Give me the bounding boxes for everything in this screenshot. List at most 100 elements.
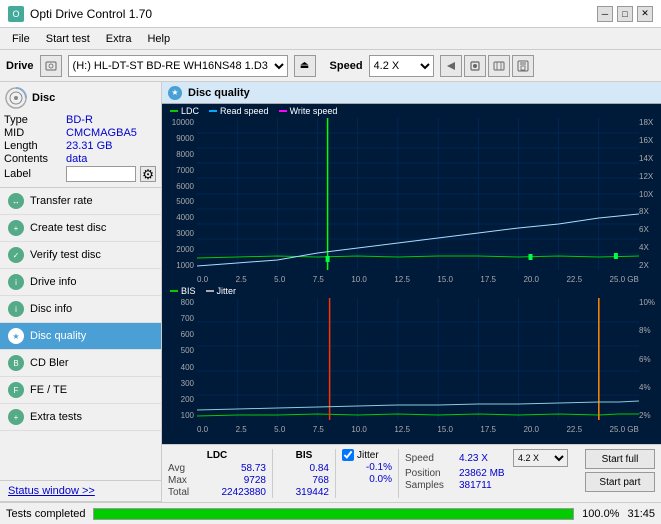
disc-label-label: Label [4, 168, 62, 180]
stats-avg-label: Avg [168, 463, 204, 474]
sidebar-item-fe-te[interactable]: F FE / TE [0, 377, 161, 404]
sidebar-item-transfer-rate[interactable]: ↔ Transfer rate [0, 188, 161, 215]
speed-btn-3[interactable] [488, 55, 510, 77]
disc-label-row: Label ⚙ [4, 166, 157, 182]
speed-buttons [440, 55, 534, 77]
stats-ldc-avg-row: Avg 58.73 [168, 463, 266, 474]
speed-btn-save[interactable] [512, 55, 534, 77]
speed-value-row: Speed 4.23 X 4.2 X [405, 449, 568, 467]
sidebar-item-verify-test-disc[interactable]: ✓ Verify test disc [0, 242, 161, 269]
disc-header: Disc [4, 86, 157, 110]
app-icon: O [8, 6, 24, 22]
action-buttons: Start full Start part [585, 449, 655, 498]
stats-jitter-section: Jitter -0.1% 0.0% [342, 449, 392, 498]
stats-bis-col: BIS 0.84 768 319442 [279, 449, 329, 498]
jitter-checkbox[interactable] [342, 449, 354, 461]
disc-label-button[interactable]: ⚙ [140, 166, 156, 182]
menu-file[interactable]: File [4, 31, 38, 47]
legend-write-speed: Write speed [279, 106, 338, 116]
stats-jitter-avg-row: -0.1% [342, 462, 392, 473]
sidebar-item-disc-quality[interactable]: ★ Disc quality [0, 323, 161, 350]
sidebar-item-extra-tests[interactable]: + Extra tests [0, 404, 161, 431]
cd-bler-icon: B [8, 355, 24, 371]
bottom-status-bar: Tests completed 100.0% 31:45 [0, 502, 661, 524]
bottom-chart-svg [197, 298, 639, 420]
position-num: 23862 MB [459, 468, 509, 479]
disc-length-value: 23.31 GB [66, 140, 112, 152]
disc-title: Disc [32, 92, 55, 104]
drive-label: Drive [6, 60, 34, 72]
stats-bis-total-row: 319442 [279, 487, 329, 498]
disc-label-input[interactable] [66, 166, 136, 182]
samples-key: Samples [405, 480, 455, 491]
progress-label: 100.0% [582, 508, 619, 520]
top-y-axis-right: 18X 16X 14X 12X 10X 8X 6X 4X 2X [639, 118, 661, 270]
maximize-button[interactable]: □ [617, 6, 633, 22]
start-full-button[interactable]: Start full [585, 449, 655, 469]
title-bar-left: O Opti Drive Control 1.70 [8, 6, 152, 22]
status-window-link[interactable]: Status window >> [0, 480, 161, 502]
stats-divider-3 [398, 449, 399, 498]
menu-help[interactable]: Help [139, 31, 178, 47]
eject-button[interactable]: ⏏ [294, 55, 316, 77]
stats-ldc-avg: 58.73 [206, 463, 266, 474]
legend-jitter: Jitter [206, 286, 237, 296]
speed-key: Speed [405, 453, 455, 464]
drive-bar: Drive (H:) HL-DT-ST BD-RE WH16NS48 1.D3 … [0, 50, 661, 82]
top-chart-svg [197, 118, 639, 270]
status-text: Tests completed [6, 508, 85, 520]
stats-bis-avg: 0.84 [279, 463, 329, 474]
disc-quality-icon: ★ [8, 328, 24, 344]
menu-start-test[interactable]: Start test [38, 31, 98, 47]
menu-extra[interactable]: Extra [98, 31, 140, 47]
disc-type-label: Type [4, 114, 62, 126]
disc-mid-label: MID [4, 127, 62, 139]
stats-divider-2 [335, 449, 336, 498]
stats-bis-total: 319442 [279, 487, 329, 498]
top-y-axis-left: 10000 9000 8000 7000 6000 5000 4000 3000… [162, 118, 197, 270]
sidebar-item-drive-info[interactable]: i Drive info [0, 269, 161, 296]
disc-length-label: Length [4, 140, 62, 152]
stats-area: LDC Avg 58.73 Max 9728 Total 22423880 [162, 444, 661, 502]
disc-type-value: BD-R [66, 114, 93, 126]
position-row: Position 23862 MB [405, 468, 568, 479]
speed-btn-2[interactable] [464, 55, 486, 77]
content-area: ★ Disc quality LDC Read speed [162, 82, 661, 502]
nav-create-test-disc-label: Create test disc [30, 222, 106, 234]
speed-btn-1[interactable] [440, 55, 462, 77]
menu-bar: File Start test Extra Help [0, 28, 661, 50]
disc-info-icon: i [8, 301, 24, 317]
legend-read-speed: Read speed [209, 106, 269, 116]
sidebar-item-cd-bler[interactable]: B CD Bler [0, 350, 161, 377]
verify-test-disc-icon: ✓ [8, 247, 24, 263]
stats-jitter-max: 0.0% [342, 474, 392, 485]
nav-disc-quality-label: Disc quality [30, 330, 86, 342]
drive-info-icon: i [8, 274, 24, 290]
disc-length-row: Length 23.31 GB [4, 140, 157, 152]
speed-select-stats[interactable]: 4.2 X [513, 449, 568, 467]
jitter-checkbox-row: Jitter [342, 449, 392, 461]
speed-select[interactable]: 4.2 X [369, 55, 434, 77]
close-button[interactable]: ✕ [637, 6, 653, 22]
start-part-button[interactable]: Start part [585, 472, 655, 492]
jitter-label: Jitter [357, 450, 379, 461]
minimize-button[interactable]: ─ [597, 6, 613, 22]
drive-select[interactable]: (H:) HL-DT-ST BD-RE WH16NS48 1.D3 [68, 55, 288, 77]
bottom-chart-legend: BIS Jitter [170, 286, 236, 296]
bottom-y-axis-left: 800 700 600 500 400 300 200 100 [162, 298, 197, 420]
bis-legend-dot [170, 290, 178, 292]
disc-icon [4, 86, 28, 110]
sidebar-item-disc-info[interactable]: i Disc info [0, 296, 161, 323]
stats-speed-info: Speed 4.23 X 4.2 X Position 23862 MB Sam… [405, 449, 568, 498]
create-test-disc-icon: + [8, 220, 24, 236]
drive-icon [40, 55, 62, 77]
write-speed-legend-dot [279, 110, 287, 112]
sidebar-item-create-test-disc[interactable]: + Create test disc [0, 215, 161, 242]
chart-header-icon: ★ [168, 86, 182, 100]
stats-bis-max: 768 [279, 475, 329, 486]
top-chart: LDC Read speed Write speed 10000 9000 [162, 104, 661, 284]
window-controls: ─ □ ✕ [597, 6, 653, 22]
disc-contents-label: Contents [4, 153, 62, 165]
chart-title: Disc quality [188, 87, 250, 99]
bottom-y-axis-right: 10% 8% 6% 4% 2% [639, 298, 661, 420]
